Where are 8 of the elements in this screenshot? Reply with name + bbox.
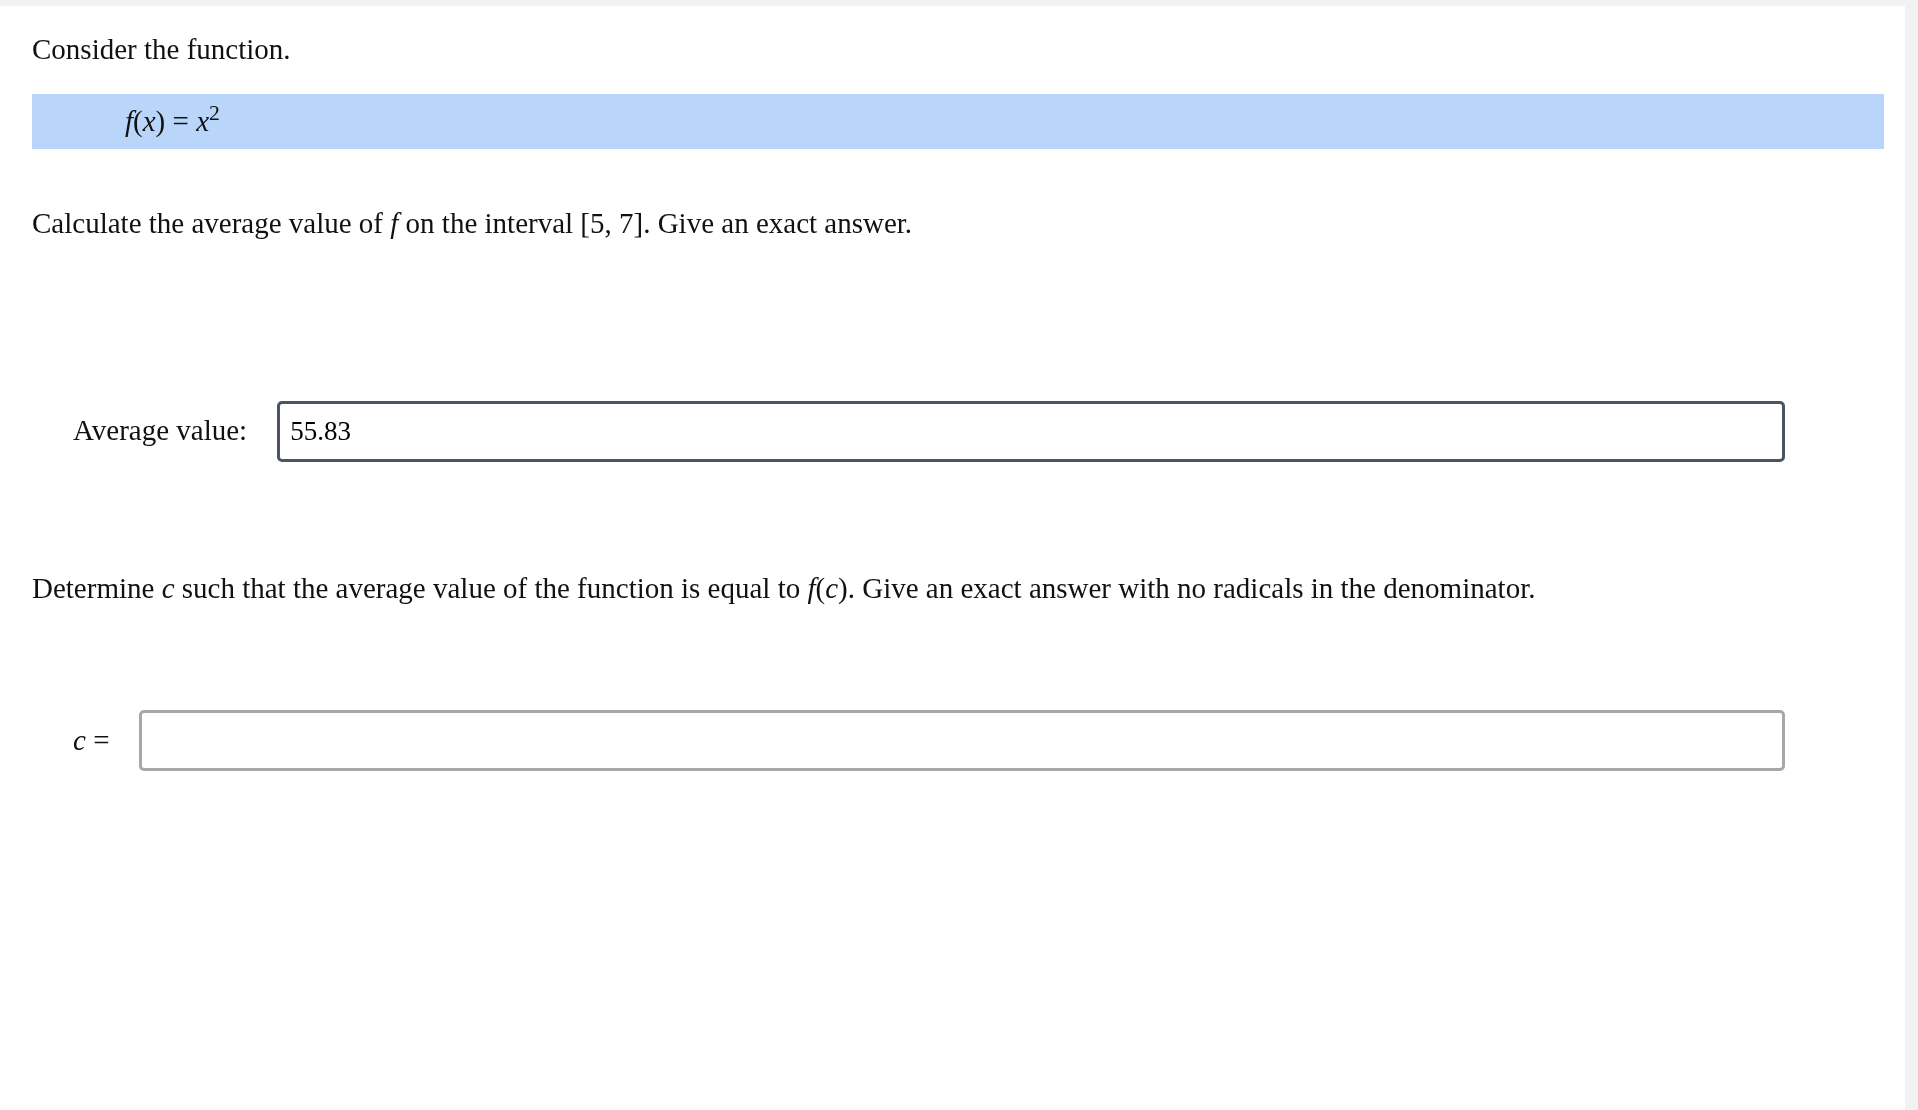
answer-label: c = <box>73 723 110 759</box>
intro-text: Consider the function. <box>32 32 292 67</box>
answer-label: Average value: <box>73 413 248 449</box>
question-text: Determine c such that the average value of the function is equal to f(c). Give an exact answer with no radicals in the denominator. <box>32 570 1537 606</box>
answer-field[interactable] <box>139 710 1785 772</box>
question-text: Calculate the average value of f on the interval [5, 7]. Give an exact answer. <box>32 206 914 241</box>
answer-field[interactable]: 55.83 <box>277 400 1785 462</box>
formula: f(x) = x$^{2}$ <box>125 104 220 137</box>
